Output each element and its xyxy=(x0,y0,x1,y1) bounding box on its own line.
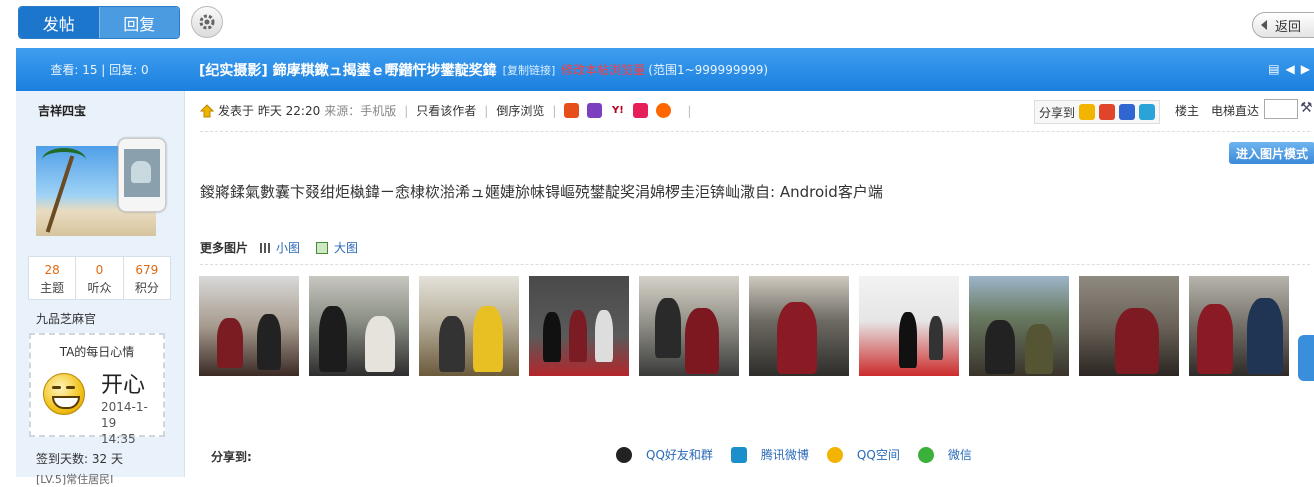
divider xyxy=(200,264,1310,265)
view-reply-stats: 查看: 15 | 回复: 0 xyxy=(50,63,149,77)
reverse-order[interactable]: 倒序浏览 xyxy=(496,102,544,119)
prev-thread-icon[interactable]: ◀ xyxy=(1286,62,1295,76)
happy-face-icon xyxy=(43,373,85,415)
share-to-label: 分享到 xyxy=(1039,105,1076,120)
large-view-option[interactable]: 大图 xyxy=(316,239,358,256)
mood-value: 开心 xyxy=(101,373,146,398)
thread-title: [纪实摄影] 鍗庨粸鏉ュ揭鍙ｅ嘢鐟忓埗鐢靛奖鍏 xyxy=(199,62,497,79)
back-label: 返回 xyxy=(1275,19,1302,35)
picture-mode-button[interactable]: 进入图片模式 xyxy=(1229,142,1314,164)
count-label: 听众 xyxy=(87,281,112,295)
tencent-weibo-icon[interactable] xyxy=(1139,104,1156,120)
more-pictures-bar: 更多图片 小图 大图 xyxy=(200,239,374,256)
member-level: [LV.5]常住居民I xyxy=(36,473,114,486)
count-label: 主题 xyxy=(40,281,65,295)
share-footer-label: 分享到: xyxy=(211,450,252,464)
count-value: 28 xyxy=(44,263,60,277)
post-arrow-icon xyxy=(199,103,215,118)
qzone-icon[interactable] xyxy=(826,446,843,463)
sina-share-icon[interactable] xyxy=(656,103,672,118)
photo-thumbnail[interactable] xyxy=(859,276,959,376)
post-source: 来源：手机版 xyxy=(324,104,397,118)
author-counts: 28 主题 0 听众 679 积分 xyxy=(28,256,171,300)
thread-title-row: [纪实摄影] 鍗庨粸鏉ュ揭鍙ｅ嘢鐟忓埗鐢靛奖鍏 [复制链接] 修改本帖浏览量 (… xyxy=(199,48,768,91)
next-thread-icon[interactable]: ▶ xyxy=(1301,62,1310,76)
share-qq-friends[interactable]: QQ好友和群 xyxy=(646,446,713,463)
author-rank: 九品芝麻官 xyxy=(36,312,97,326)
thread-header-bar: 查看: 15 | 回复: 0 [纪实摄影] 鍗庨粸鏉ュ揭鍙ｅ嘢鐟忓埗鐢靛奖鍏 [… xyxy=(16,48,1314,91)
elevator-input[interactable] xyxy=(1264,99,1298,119)
divider xyxy=(200,131,1310,132)
small-view-option[interactable]: 小图 xyxy=(260,239,300,256)
elevator-label: 电梯直达 xyxy=(1211,104,1260,118)
back-arrow-icon xyxy=(1261,20,1267,30)
count-points[interactable]: 679 积分 xyxy=(124,257,170,299)
tencent-weibo-icon[interactable] xyxy=(730,446,747,463)
grid-icon xyxy=(260,242,271,253)
posted-time: 发表于 昨天 22:20 xyxy=(218,104,321,118)
side-float-tab[interactable] xyxy=(1298,335,1314,381)
qzone-icon[interactable] xyxy=(1079,104,1096,120)
more-pictures-label: 更多图片 xyxy=(200,241,249,255)
share-wechat[interactable]: 微信 xyxy=(948,446,972,463)
copy-link[interactable]: [复制链接] xyxy=(503,62,556,78)
count-label: 积分 xyxy=(134,281,159,295)
count-value: 679 xyxy=(135,263,159,277)
photo-thumbnail[interactable] xyxy=(199,276,299,376)
post-meta: 发表于 昨天 22:20 来源：手机版 | 只看该作者 | 倒序浏览 | Y! … xyxy=(199,102,699,119)
mood-time: 14:35 xyxy=(101,432,136,446)
share-footer-row: QQ好友和群 腾讯微博 QQ空间 微信 xyxy=(616,446,990,463)
large-view-label: 大图 xyxy=(334,241,359,255)
print-icon[interactable]: ▤ xyxy=(1268,62,1279,76)
back-button[interactable]: 返回 xyxy=(1252,12,1314,38)
count-value: 0 xyxy=(95,263,104,277)
count-listeners[interactable]: 0 听众 xyxy=(76,257,124,299)
reply-tab[interactable]: 回复 xyxy=(98,7,179,38)
baidu-share-icon[interactable] xyxy=(564,103,580,118)
photo-thumbnail[interactable] xyxy=(749,276,849,376)
image-icon xyxy=(316,241,329,254)
wechat-icon[interactable] xyxy=(917,446,934,463)
qq-icon[interactable] xyxy=(616,446,632,463)
signin-days: 签到天数: 32 天 xyxy=(36,452,123,466)
count-threads[interactable]: 28 主题 xyxy=(29,257,77,299)
mood-datetime: 2014-1-19 14:35 xyxy=(101,399,163,447)
wrench-icon[interactable]: ⚒ xyxy=(1300,100,1313,116)
share-qzone[interactable]: QQ空间 xyxy=(857,446,900,463)
photo-thumbnail[interactable] xyxy=(969,276,1069,376)
mood-date: 2014-1-19 xyxy=(101,400,148,430)
view-author-only[interactable]: 只看该作者 xyxy=(416,102,476,119)
weibo-icon[interactable] xyxy=(1099,104,1116,120)
mood-title: TA的每日心情 xyxy=(59,345,135,359)
baidu-paw-icon[interactable] xyxy=(1119,104,1136,120)
android-icon xyxy=(131,161,151,183)
photo-thumbnail[interactable] xyxy=(419,276,519,376)
photo-thumbnail[interactable] xyxy=(1079,276,1179,376)
photo-thumbnail[interactable] xyxy=(309,276,409,376)
author-name[interactable]: 吉祥四宝 xyxy=(38,102,86,119)
daily-mood-box: TA的每日心情 开心 2014-1-19 14:35 xyxy=(29,333,165,446)
photo-thumbnail[interactable] xyxy=(639,276,739,376)
post-content: 鍐嶈鍒氣數囊卞叕绀炬槸鍏ㄧ悆棣栨湁浠ュ嫟婕旀帓锝嶇殑鐢靛奖涓婂椤圭洰锛屾潵自: … xyxy=(200,183,883,201)
modify-views-link[interactable]: 修改本帖浏览量 xyxy=(561,61,645,78)
share-tencent-weibo[interactable]: 腾讯微博 xyxy=(761,446,809,463)
settings-gear-icon[interactable] xyxy=(191,6,223,38)
photo-thumbnail[interactable] xyxy=(1189,276,1289,376)
small-view-label: 小图 xyxy=(276,241,301,255)
post-reply-switch: 发帖 回复 xyxy=(18,6,180,39)
views-range: (范围1~999999999) xyxy=(648,63,769,77)
header-tools: ▤ ◀ ▶ xyxy=(1268,62,1310,76)
mobile-badge-icon xyxy=(118,138,166,212)
sohu-share-icon[interactable] xyxy=(633,103,649,118)
yahoo-share-icon[interactable]: Y! xyxy=(610,103,626,118)
share-to-box: 分享到 xyxy=(1034,100,1161,124)
kaixin-share-icon[interactable] xyxy=(587,103,603,118)
floor-label: 楼主 xyxy=(1175,104,1200,118)
photo-thumbnail[interactable] xyxy=(529,276,629,376)
post-tab[interactable]: 发帖 xyxy=(19,7,99,38)
palm-fronds xyxy=(42,148,86,172)
